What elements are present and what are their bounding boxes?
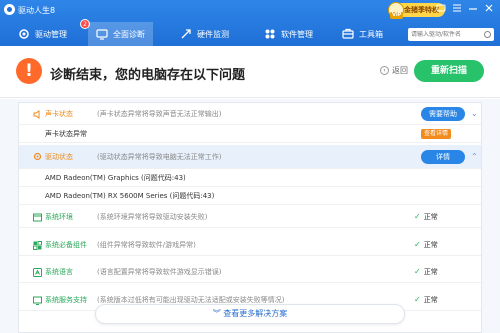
double-chevron-down-icon: ︾ (212, 309, 221, 318)
issue-sub-text: 声卡状态异常 (45, 129, 87, 138)
result-title: 诊断结束，您的电脑存在以下问题 (50, 68, 246, 83)
tab-label: 软件管理 (281, 29, 313, 39)
search-input[interactable] (411, 31, 483, 38)
chevron-up-icon[interactable]: ⌃ (471, 152, 478, 161)
rocket-icon (180, 28, 192, 40)
warning-icon: ! (16, 58, 42, 84)
back-label: 返回 (392, 66, 408, 75)
tab-full-diagnosis[interactable]: 全面诊断 (88, 22, 153, 46)
check-icon: ✓ (414, 295, 421, 304)
issue-name: 驱动状态 (45, 152, 73, 161)
issue-sub-text: AMD Radeon(TM) Graphics (问题代码:43) (45, 173, 186, 182)
check-desc: (系统版本过低将有可能出现驱动无法适配或安装失败等情况) (97, 295, 285, 304)
check-row-language[interactable]: 系统语言 (语言配置异常将导致软件游戏显示错误) ✓ 正常 (19, 261, 481, 283)
minimize-icon[interactable] (466, 3, 480, 17)
back-arrow-icon: ‹ (380, 66, 389, 75)
tab-software-management[interactable]: 软件管理 (256, 22, 321, 46)
tab-toolbox[interactable]: 工具箱 (334, 22, 391, 46)
check-icon: ✓ (414, 240, 421, 249)
issue-desc: (声卡状态异常将导致声音无法正常输出) (97, 109, 222, 118)
check-name: 系统语言 (45, 267, 73, 276)
more-solutions-button[interactable]: ︾ 查看更多解决方案 (95, 304, 405, 324)
status-ok: ✓ 正常 (414, 240, 438, 249)
back-button[interactable]: ‹ 返回 (380, 65, 408, 76)
vip-tag: VIP (390, 12, 404, 19)
status-ok: ✓ 正常 (414, 267, 438, 276)
check-desc: (系统环境异常将导致驱动安装失败) (97, 212, 208, 221)
check-icon: ✓ (414, 212, 421, 221)
chevron-down-icon[interactable]: ⌄ (471, 109, 478, 118)
issue-sub-text: AMD Radeon(TM) RX 5600M Series (问题代码:43) (45, 191, 215, 200)
menu-icon[interactable] (450, 3, 464, 17)
component-icon (33, 241, 42, 250)
issue-row-driver-status[interactable]: 驱动状态 (驱动状态异常将导致电脑无法正常工作) 详情 ⌃ (19, 145, 481, 169)
need-help-button[interactable]: 需要帮助 (421, 106, 465, 121)
top-bar: 驱动人生8 VIP 金猪季特权 驱动管理 2 全面诊断 硬件监测 软件管理 工具… (0, 0, 500, 46)
window-icon (33, 213, 42, 222)
apps-icon (264, 28, 276, 40)
gear-icon (33, 152, 42, 161)
check-icon: ✓ (414, 267, 421, 276)
check-name: 系统服务支持 (45, 295, 87, 304)
main-nav: 驱动管理 2 全面诊断 硬件监测 软件管理 工具箱 (0, 19, 500, 46)
check-row-system-env[interactable]: 系统环境 (系统环境异常将导致驱动安装失败) ✓ 正常 (19, 206, 481, 228)
detail-button[interactable]: 详情 (421, 149, 465, 164)
title-bar: 驱动人生8 VIP 金猪季特权 (0, 0, 500, 20)
issue-desc: (驱动状态异常将导致电脑无法正常工作) (97, 152, 222, 161)
issue-name: 声卡状态 (45, 109, 73, 118)
issue-row-sound-card[interactable]: 声卡状态 (声卡状态异常将导致声音无法正常输出) 需要帮助 ⌄ (19, 103, 481, 125)
check-desc: (语言配置异常将导致软件游戏显示错误) (97, 267, 222, 276)
status-ok: ✓ 正常 (414, 212, 438, 221)
tab-label: 工具箱 (359, 29, 383, 39)
search-box[interactable] (408, 28, 494, 41)
view-detail-button[interactable]: 查看详情 (421, 128, 452, 139)
issue-subrow: 声卡状态异常 查看详情 (19, 125, 481, 143)
issue-subrow: AMD Radeon(TM) RX 5600M Series (问题代码:43) (19, 187, 481, 205)
app-title: 驱动人生8 (18, 6, 56, 15)
check-name: 系统必备组件 (45, 240, 87, 249)
tab-driver-management[interactable]: 驱动管理 2 (10, 19, 90, 46)
status-ok: ✓ 正常 (414, 295, 438, 304)
tab-label: 全面诊断 (113, 29, 145, 39)
issue-subrow: AMD Radeon(TM) Graphics (问题代码:43) (19, 169, 481, 187)
tab-label: 驱动管理 (35, 29, 67, 39)
check-row-components[interactable]: 系统必备组件 (组件异常将导致软件/游戏异常) ✓ 正常 (19, 234, 481, 256)
app-logo-icon (4, 4, 15, 15)
check-desc: (组件异常将导致软件/游戏异常) (97, 240, 196, 249)
tab-hardware-monitor[interactable]: 硬件监测 (172, 22, 237, 46)
gear-icon (18, 28, 30, 40)
more-label: 查看更多解决方案 (223, 309, 288, 318)
close-icon[interactable] (482, 3, 496, 17)
theme-icon[interactable] (434, 3, 448, 17)
toolbox-icon (342, 28, 354, 40)
service-icon (33, 296, 42, 305)
tab-label: 硬件监测 (197, 29, 229, 39)
rescan-button[interactable]: 重新扫描 (414, 60, 484, 82)
language-icon (33, 268, 42, 277)
monitor-icon (96, 28, 108, 40)
speaker-icon (33, 110, 41, 119)
search-icon[interactable] (484, 31, 491, 38)
check-name: 系统环境 (45, 212, 73, 221)
